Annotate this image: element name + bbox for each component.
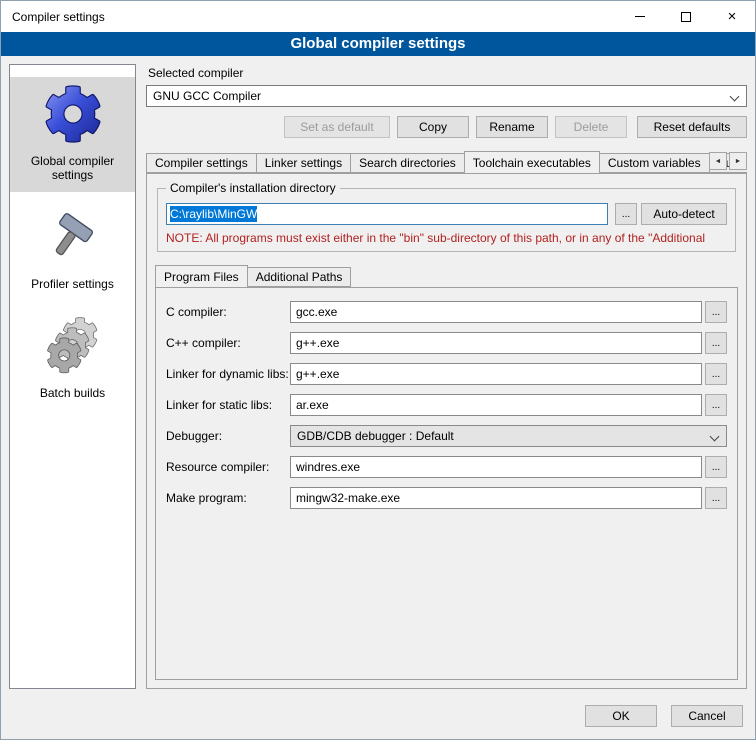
copy-button[interactable]: Copy <box>397 116 469 138</box>
resource-compiler-input[interactable]: windres.exe <box>290 456 702 478</box>
field-label: C compiler: <box>166 305 290 319</box>
field-row-make-program: Make program: mingw32-make.exe ... <box>166 487 727 509</box>
cpp-compiler-browse-button[interactable]: ... <box>705 332 727 354</box>
make-program-input[interactable]: mingw32-make.exe <box>290 487 702 509</box>
tab-additional-paths[interactable]: Additional Paths <box>247 267 352 287</box>
static-linker-value: ar.exe <box>296 398 329 412</box>
reset-defaults-button[interactable]: Reset defaults <box>637 116 747 138</box>
chevron-down-icon <box>730 92 740 102</box>
sidebar-item-label: Global compiler settings <box>14 154 131 182</box>
resource-compiler-value: windres.exe <box>296 460 360 474</box>
static-linker-browse-button[interactable]: ... <box>705 394 727 416</box>
tab-search-directories[interactable]: Search directories <box>350 153 465 173</box>
sidebar-item-global-compiler-settings[interactable]: Global compiler settings <box>10 77 135 192</box>
minimize-icon <box>635 16 645 17</box>
field-row-debugger: Debugger: GDB/CDB debugger : Default <box>166 425 727 447</box>
ok-button[interactable]: OK <box>585 705 657 727</box>
field-row-cpp-compiler: C++ compiler: g++.exe ... <box>166 332 727 354</box>
minimize-button[interactable] <box>617 1 663 32</box>
c-compiler-value: gcc.exe <box>296 305 337 319</box>
group-title: Compiler's installation directory <box>166 181 340 195</box>
left-arrow-icon: ◄ <box>715 158 722 165</box>
gear-icon <box>44 85 102 146</box>
compiler-select-value: GNU GCC Compiler <box>153 89 261 103</box>
tab-toolchain-executables[interactable]: Toolchain executables <box>464 151 600 173</box>
sidebar-item-label: Batch builds <box>40 386 105 400</box>
cpp-compiler-input[interactable]: g++.exe <box>290 332 702 354</box>
rename-button[interactable]: Rename <box>476 116 548 138</box>
program-files-tabstrip: Program Files Additional Paths <box>155 264 738 287</box>
compiler-select[interactable]: GNU GCC Compiler <box>146 85 747 107</box>
sidebar: Global compiler settings Profiler settin… <box>9 64 136 689</box>
dynamic-linker-value: g++.exe <box>296 367 339 381</box>
gears-icon <box>44 317 102 378</box>
close-icon: × <box>728 9 737 24</box>
dialog-header-title: Global compiler settings <box>1 32 755 56</box>
tab-program-files[interactable]: Program Files <box>155 265 248 287</box>
subtabs-scroll-area: Program Files Additional Paths <box>155 264 738 287</box>
field-row-resource-compiler: Resource compiler: windres.exe ... <box>166 456 727 478</box>
debugger-select-value: GDB/CDB debugger : Default <box>297 429 454 443</box>
compiler-settings-window: Compiler settings × Global compiler sett… <box>0 0 756 740</box>
main-panel: Selected compiler GNU GCC Compiler Set a… <box>146 64 747 689</box>
cpp-compiler-value: g++.exe <box>296 336 339 350</box>
cancel-button[interactable]: Cancel <box>671 705 743 727</box>
window-title: Compiler settings <box>1 10 105 24</box>
installation-directory-input[interactable]: C:\raylib\MinGW <box>166 203 608 225</box>
toolchain-executables-panel: Compiler's installation directory C:\ray… <box>146 173 747 689</box>
selected-compiler-label: Selected compiler <box>148 66 747 80</box>
static-linker-input[interactable]: ar.exe <box>290 394 702 416</box>
resource-compiler-browse-button[interactable]: ... <box>705 456 727 478</box>
installation-directory-group: Compiler's installation directory C:\ray… <box>157 188 736 252</box>
tab-scroll-right-button[interactable]: ► <box>729 152 747 170</box>
titlebar[interactable]: Compiler settings × <box>1 1 755 32</box>
sidebar-item-label: Profiler settings <box>31 277 114 291</box>
tab-compiler-settings[interactable]: Compiler settings <box>146 153 257 173</box>
c-compiler-browse-button[interactable]: ... <box>705 301 727 323</box>
tab-custom-variables[interactable]: Custom variables <box>599 153 710 173</box>
compiler-actions: Set as default Copy Rename Delete Reset … <box>146 116 747 138</box>
make-program-browse-button[interactable]: ... <box>705 487 727 509</box>
field-row-dynamic-linker: Linker for dynamic libs: g++.exe ... <box>166 363 727 385</box>
program-files-panel: C compiler: gcc.exe ... C++ compiler: g+… <box>155 287 738 680</box>
tab-scroll-buttons: ◄ ► <box>709 152 747 170</box>
field-label: C++ compiler: <box>166 336 290 350</box>
dialog-content: Global compiler settings Profiler settin… <box>1 56 755 693</box>
note-text: NOTE: All programs must exist either in … <box>166 231 727 245</box>
tab-scroll-left-button[interactable]: ◄ <box>709 152 727 170</box>
field-label: Debugger: <box>166 429 290 443</box>
installation-directory-value: C:\raylib\MinGW <box>170 206 257 222</box>
caption-buttons: × <box>617 1 755 32</box>
tabs-scroll-area: Compiler settings Linker settings Search… <box>146 150 747 173</box>
sidebar-item-profiler-settings[interactable]: Profiler settings <box>10 200 135 301</box>
chevron-down-icon <box>710 432 720 442</box>
field-label: Linker for dynamic libs: <box>166 367 290 381</box>
maximize-button[interactable] <box>663 1 709 32</box>
field-row-static-linker: Linker for static libs: ar.exe ... <box>166 394 727 416</box>
sidebar-item-batch-builds[interactable]: Batch builds <box>10 309 135 410</box>
maximize-icon <box>681 12 691 22</box>
field-row-c-compiler: C compiler: gcc.exe ... <box>166 301 727 323</box>
field-label: Make program: <box>166 491 290 505</box>
set-as-default-button: Set as default <box>284 116 390 138</box>
hammer-icon <box>45 208 101 269</box>
installation-directory-browse-button[interactable]: ... <box>615 203 637 225</box>
settings-tabstrip: Compiler settings Linker settings Search… <box>146 150 747 173</box>
field-label: Linker for static libs: <box>166 398 290 412</box>
make-program-value: mingw32-make.exe <box>296 491 400 505</box>
debugger-select[interactable]: GDB/CDB debugger : Default <box>290 425 727 447</box>
c-compiler-input[interactable]: gcc.exe <box>290 301 702 323</box>
installation-directory-row: C:\raylib\MinGW ... Auto-detect <box>166 203 727 225</box>
field-label: Resource compiler: <box>166 460 290 474</box>
dynamic-linker-input[interactable]: g++.exe <box>290 363 702 385</box>
right-arrow-icon: ► <box>735 158 742 165</box>
tab-linker-settings[interactable]: Linker settings <box>256 153 351 173</box>
close-button[interactable]: × <box>709 1 755 32</box>
dynamic-linker-browse-button[interactable]: ... <box>705 363 727 385</box>
auto-detect-button[interactable]: Auto-detect <box>641 203 727 225</box>
delete-button: Delete <box>555 116 627 138</box>
dialog-footer: OK Cancel <box>1 693 755 739</box>
